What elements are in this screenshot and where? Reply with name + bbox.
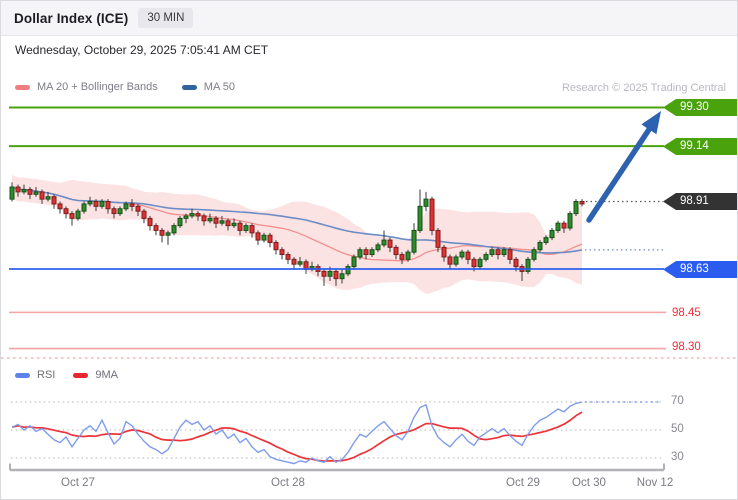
ma50-legend-label: MA 50 xyxy=(203,81,235,93)
minor-level-label-2: 98.30 xyxy=(672,341,701,353)
rsi-level-30: 30 xyxy=(671,451,684,463)
rsi-legend-label: RSI xyxy=(37,369,56,381)
x-axis-label-oct30: Oct 30 xyxy=(572,477,606,489)
resistance-label-1: 99.14 xyxy=(663,138,737,155)
interval-badge: 30 MIN xyxy=(138,8,194,28)
support-label: 98.63 xyxy=(663,261,737,278)
chart-canvas xyxy=(1,106,737,472)
rsi-ma-swatch-icon xyxy=(73,372,89,378)
rsi-level-70: 70 xyxy=(671,395,684,407)
last-price-label: 98.91 xyxy=(663,193,737,210)
x-axis-label-oct27: Oct 27 xyxy=(61,477,95,489)
chart-header: Dollar Index (ICE) 30 MIN xyxy=(1,1,737,36)
rsi-ma-legend-label: 9MA xyxy=(95,369,118,381)
rsi-legend: RSI 9MA xyxy=(15,369,118,381)
ma20-bb-legend-label: MA 20 + Bollinger Bands xyxy=(37,81,158,93)
minor-level-label-1: 98.45 xyxy=(672,307,701,319)
x-axis-label-nov12: Nov 12 xyxy=(636,477,674,489)
rsi-level-50: 50 xyxy=(671,423,684,435)
page-title: Dollar Index (ICE) xyxy=(14,10,129,26)
x-axis-label-oct29: Oct 29 xyxy=(506,477,540,489)
rsi-swatch-icon xyxy=(15,372,30,378)
chart-card: Dollar Index (ICE) 30 MIN Wednesday, Oct… xyxy=(0,0,738,500)
chart-timestamp: Wednesday, October 29, 2025 7:05:41 AM C… xyxy=(15,43,269,57)
x-axis-label-oct28: Oct 28 xyxy=(271,477,305,489)
resistance-label-2: 99.30 xyxy=(663,99,737,116)
ma50-swatch-icon xyxy=(181,84,197,90)
ma20-bb-swatch-icon xyxy=(15,84,30,90)
research-credit: Research © 2025 Trading Central xyxy=(561,82,726,94)
main-chart-legend: MA 20 + Bollinger Bands MA 50 xyxy=(15,81,235,93)
